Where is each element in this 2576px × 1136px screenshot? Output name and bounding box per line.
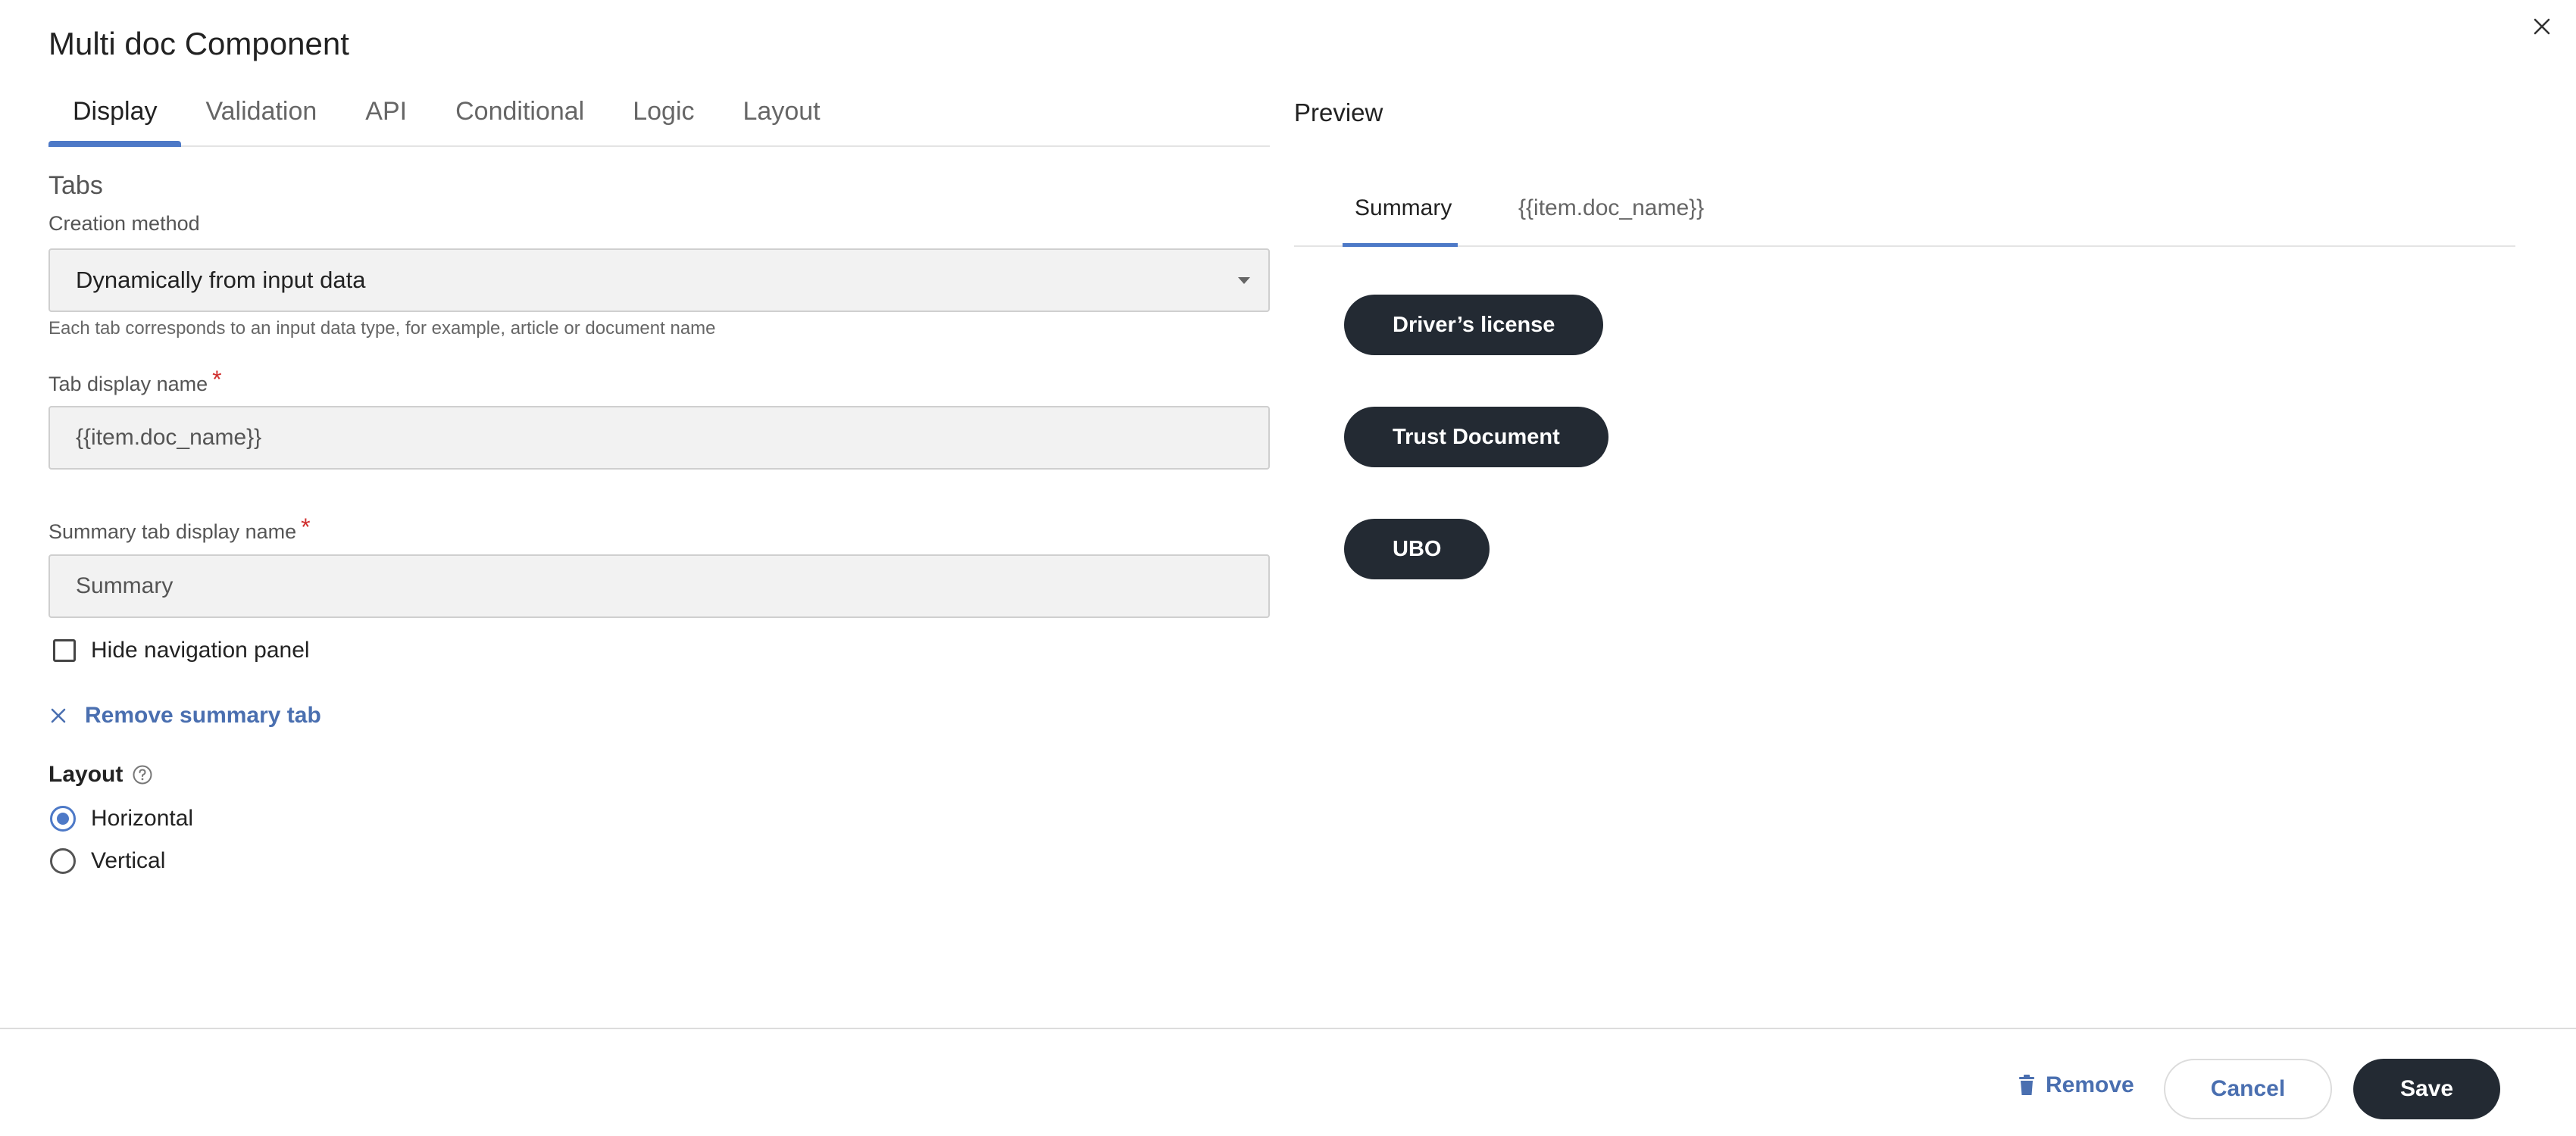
- preview-tabs: Summary {{item.doc_name}}: [1294, 186, 2515, 247]
- document-button-trust-document[interactable]: Trust Document: [1344, 407, 1608, 467]
- tab-display-name-input[interactable]: [48, 406, 1270, 470]
- layout-label: Layout: [48, 762, 123, 787]
- remove-summary-tab-label: Remove summary tab: [85, 703, 321, 728]
- close-button[interactable]: [2529, 14, 2555, 39]
- remove-button-label: Remove: [2046, 1072, 2134, 1097]
- tab-validation[interactable]: Validation: [181, 91, 341, 145]
- summary-tab-display-name-input[interactable]: [48, 554, 1270, 618]
- creation-method-help: Each tab corresponds to an input data ty…: [48, 318, 716, 339]
- tab-display[interactable]: Display: [48, 91, 182, 147]
- footer-divider: [0, 1028, 2576, 1029]
- radio-vertical[interactable]: [50, 848, 76, 874]
- help-circle-icon[interactable]: [132, 764, 153, 785]
- document-button-drivers-license[interactable]: Driver’s license: [1344, 295, 1604, 355]
- radio-vertical-label: Vertical: [91, 848, 166, 873]
- hide-navigation-label: Hide navigation panel: [91, 638, 310, 663]
- tab-layout[interactable]: Layout: [719, 91, 845, 145]
- layout-option-horizontal[interactable]: Horizontal: [50, 806, 193, 832]
- dialog-title: Multi doc Component: [48, 26, 349, 61]
- close-icon: [2534, 18, 2550, 35]
- creation-method-value: Dynamically from input data: [76, 267, 366, 293]
- summary-tab-display-name-label: Summary tab display name *: [48, 513, 311, 545]
- tab-display-name-label: Tab display name *: [48, 366, 222, 397]
- layout-heading: Layout: [48, 762, 153, 788]
- remove-button[interactable]: Remove: [2018, 1072, 2134, 1098]
- tab-api[interactable]: API: [341, 91, 431, 145]
- preview-title: Preview: [1294, 98, 1383, 126]
- hide-navigation-checkbox[interactable]: [53, 639, 76, 662]
- document-button-ubo[interactable]: UBO: [1344, 519, 1490, 579]
- trash-icon: [2018, 1075, 2035, 1096]
- radio-horizontal-label: Horizontal: [91, 806, 194, 831]
- tab-display-name-label-text: Tab display name: [48, 373, 208, 395]
- preview-tab-summary[interactable]: Summary: [1355, 195, 1452, 221]
- tab-conditional[interactable]: Conditional: [431, 91, 608, 145]
- layout-option-vertical[interactable]: Vertical: [50, 848, 165, 874]
- cancel-button[interactable]: Cancel: [2164, 1059, 2332, 1119]
- settings-tabs: Display Validation API Conditional Logic…: [48, 91, 1270, 147]
- section-label-tabs: Tabs: [48, 171, 103, 200]
- save-button[interactable]: Save: [2353, 1059, 2500, 1119]
- x-icon: [48, 706, 68, 726]
- tab-logic[interactable]: Logic: [608, 91, 718, 145]
- summary-tab-display-name-label-text: Summary tab display name: [48, 520, 297, 543]
- radio-horizontal[interactable]: [50, 806, 76, 832]
- remove-summary-tab-link[interactable]: Remove summary tab: [48, 703, 321, 729]
- creation-method-label: Creation method: [48, 212, 200, 235]
- preview-tab-indicator: [1343, 243, 1458, 247]
- chevron-down-icon: [1238, 277, 1250, 284]
- required-marker: *: [212, 366, 222, 393]
- preview-tab-doc-name[interactable]: {{item.doc_name}}: [1518, 195, 1704, 221]
- required-marker: *: [301, 513, 311, 541]
- hide-navigation-checkbox-row[interactable]: Hide navigation panel: [53, 638, 310, 663]
- creation-method-select[interactable]: Dynamically from input data: [48, 248, 1270, 312]
